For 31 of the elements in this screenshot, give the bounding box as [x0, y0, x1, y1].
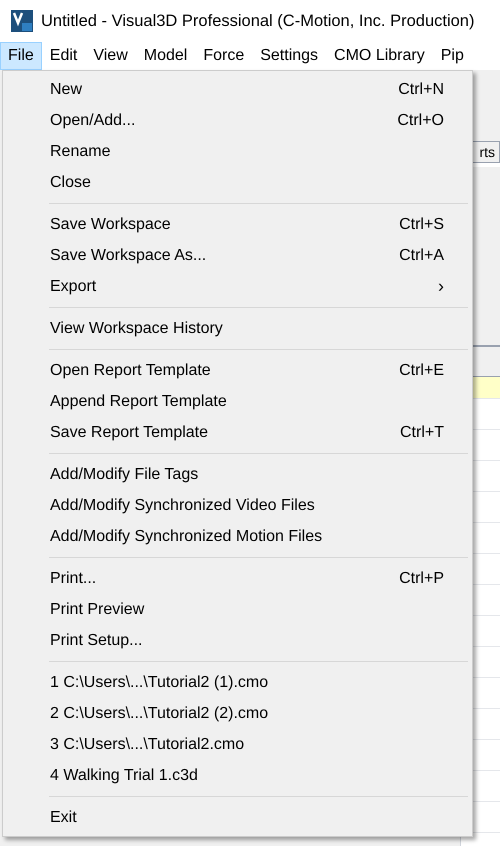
- menu-item[interactable]: 4 Walking Trial 1.c3d: [3, 760, 472, 791]
- menu-item[interactable]: Add/Modify File Tags: [3, 459, 472, 490]
- app-logo-icon: [11, 10, 33, 32]
- menu-bar-item[interactable]: CMO Library: [326, 42, 433, 70]
- menu-item[interactable]: Open/Add... Ctrl+O: [3, 105, 472, 136]
- menu-bar-item[interactable]: Model: [136, 42, 196, 70]
- menu-item[interactable]: Save Workspace As... Ctrl+A: [3, 240, 472, 271]
- menu-item[interactable]: Print Preview: [3, 594, 472, 625]
- menu-item[interactable]: Export ›: [3, 271, 472, 302]
- menu-item[interactable]: 2 C:\Users\...\Tutorial2 (2).cmo: [3, 698, 472, 729]
- menu-item[interactable]: Print... Ctrl+P: [3, 563, 472, 594]
- menu-item[interactable]: Append Report Template: [3, 386, 472, 417]
- menu-item[interactable]: 1 C:\Users\...\Tutorial2 (1).cmo: [3, 667, 472, 698]
- menu-bar-item[interactable]: Pip: [432, 42, 472, 70]
- menu-bar-item[interactable]: File: [0, 42, 42, 70]
- menu-item[interactable]: Print Setup...: [3, 625, 472, 656]
- menu-item[interactable]: Add/Modify Synchronized Video Files: [3, 490, 472, 521]
- menu-item[interactable]: New Ctrl+N: [3, 74, 472, 105]
- menu-bar-item[interactable]: Settings: [252, 42, 326, 70]
- menu-item[interactable]: Add/Modify Synchronized Motion Files: [3, 521, 472, 552]
- menu-bar-item[interactable]: Edit: [42, 42, 86, 70]
- menu-item[interactable]: View Workspace History: [3, 313, 472, 344]
- menu-bar-item[interactable]: View: [85, 42, 136, 70]
- menu-item[interactable]: Save Workspace Ctrl+S: [3, 209, 472, 240]
- menu-item[interactable]: Close: [3, 167, 472, 198]
- menu-item[interactable]: Open Report Template Ctrl+E: [3, 355, 472, 386]
- menu-item[interactable]: 3 C:\Users\...\Tutorial2.cmo: [3, 729, 472, 760]
- menu-item[interactable]: Exit: [3, 802, 472, 833]
- menu-bar-item[interactable]: Force: [195, 42, 252, 70]
- menu-item[interactable]: Save Report Template Ctrl+T: [3, 417, 472, 448]
- window-title: Untitled - Visual3D Professional (C-Motion, Inc. Production): [41, 10, 474, 32]
